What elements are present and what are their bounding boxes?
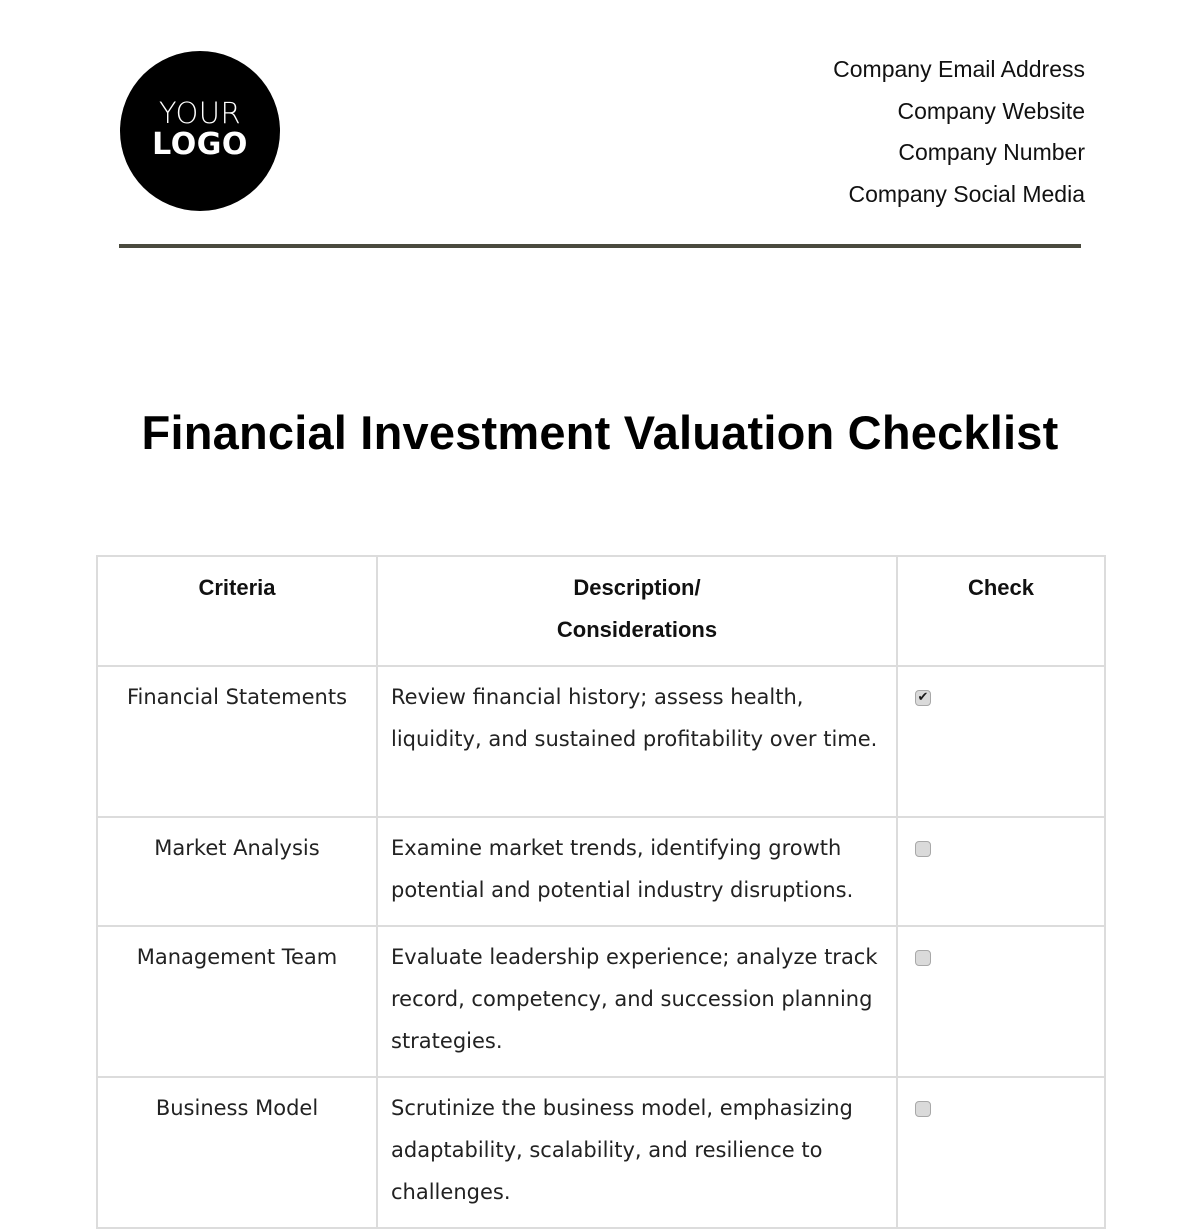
checklist-table: Criteria Description/ Considerations Che… xyxy=(96,555,1106,1229)
logo-line-logo: LOGO xyxy=(152,127,248,162)
check-cell: ✔ xyxy=(896,665,1106,818)
header-check-label: Check xyxy=(967,575,1035,600)
checkmark-icon: ✔ xyxy=(917,690,929,705)
check-cell xyxy=(896,816,1106,927)
table-row: Business Model Scrutinize the business m… xyxy=(96,1076,1106,1229)
criteria-cell: Management Team xyxy=(96,925,378,1078)
checkbox-unchecked[interactable] xyxy=(915,1101,931,1117)
description-cell: Evaluate leadership experience; analyze … xyxy=(376,925,898,1078)
company-logo: YOUR LOGO xyxy=(120,51,280,211)
table-header-row: Criteria Description/ Considerations Che… xyxy=(96,555,1106,667)
criteria-cell: Market Analysis xyxy=(96,816,378,927)
header-check: Check xyxy=(896,555,1106,667)
company-website: Company Website xyxy=(897,97,1086,124)
description-cell: Review financial history; assess health,… xyxy=(376,665,898,818)
header-criteria: Criteria xyxy=(96,555,378,667)
check-cell xyxy=(896,1076,1106,1229)
checkbox-unchecked[interactable] xyxy=(915,950,931,966)
criteria-cell: Financial Statements xyxy=(96,665,378,818)
check-cell xyxy=(896,925,1106,1078)
company-number: Company Number xyxy=(898,139,1085,166)
checkbox-unchecked[interactable] xyxy=(915,841,931,857)
table-row: Market Analysis Examine market trends, i… xyxy=(96,816,1106,927)
checkbox-checked[interactable]: ✔ xyxy=(915,690,931,706)
description-cell: Scrutinize the business model, emphasizi… xyxy=(376,1076,898,1229)
header-divider xyxy=(119,244,1081,248)
header-description-line2: Considerations xyxy=(556,617,718,642)
company-contact-block: Company Email Address Company Website Co… xyxy=(833,52,1085,219)
company-email: Company Email Address xyxy=(833,56,1085,82)
criteria-cell: Business Model xyxy=(96,1076,378,1229)
table-row: Management Team Evaluate leadership expe… xyxy=(96,925,1106,1078)
header-description: Description/ Considerations xyxy=(376,555,898,667)
document-title: Financial Investment Valuation Checklist xyxy=(141,406,1059,459)
header-description-line1: Description/ xyxy=(573,575,701,600)
company-social-media: Company Social Media xyxy=(848,181,1085,208)
description-cell: Examine market trends, identifying growt… xyxy=(376,816,898,927)
header-criteria-label: Criteria xyxy=(198,575,276,600)
logo-line-your: YOUR xyxy=(158,96,242,130)
table-row: Financial Statements Review financial hi… xyxy=(96,665,1106,818)
